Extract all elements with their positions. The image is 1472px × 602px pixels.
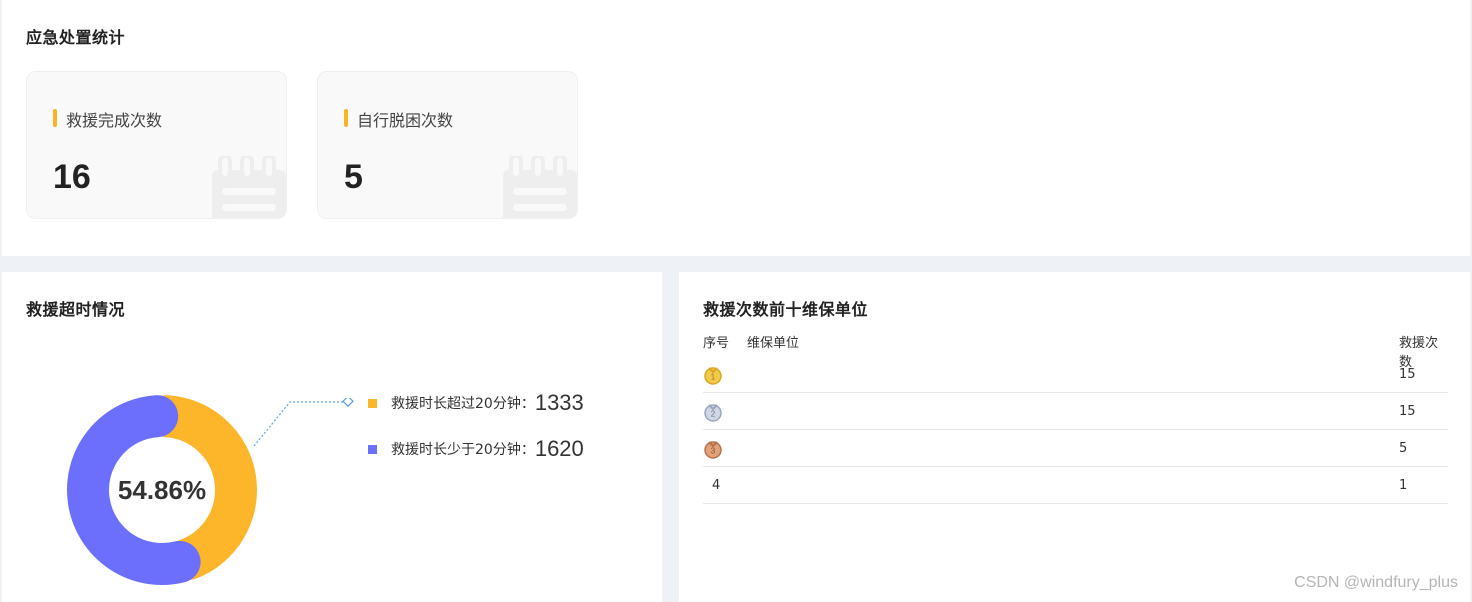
bronze-medal-icon: 3 bbox=[703, 439, 723, 459]
donut-chart: 54.86% bbox=[62, 390, 262, 590]
top-ten-units-panel: 救援次数前十维保单位 序号 维保单位 救援次数 1 15 2 15 3 5 4 … bbox=[679, 272, 1470, 602]
legend-label: 救援时长少于20分钟： bbox=[391, 442, 535, 458]
emergency-stats-panel: 应急处置统计 救援完成次数 16 自行脱困次数 5 bbox=[2, 0, 1470, 256]
legend-value: 1333 bbox=[534, 390, 584, 415]
table-row[interactable]: 3 5 bbox=[703, 430, 1448, 467]
svg-text:3: 3 bbox=[711, 447, 716, 456]
accent-bar bbox=[344, 109, 348, 127]
table-row[interactable]: 1 15 bbox=[703, 356, 1448, 393]
legend-item-over-20min: 救援时长超过20分钟：1333 bbox=[368, 390, 584, 416]
silver-medal-icon: 2 bbox=[703, 402, 723, 422]
legend-swatch bbox=[368, 398, 377, 408]
panel-title: 救援超时情况 bbox=[26, 300, 126, 319]
stat-label: 自行脱困次数 bbox=[344, 107, 453, 131]
svg-text:2: 2 bbox=[711, 410, 716, 419]
stat-label: 救援完成次数 bbox=[53, 107, 162, 131]
header-unit: 维保单位 bbox=[747, 336, 800, 351]
stat-label-text: 救援完成次数 bbox=[66, 111, 163, 130]
rescue-timeout-panel: 救援超时情况 54.86% 救援时长超过20分钟：1333 救援时长少于20分钟… bbox=[2, 272, 662, 602]
legend-label: 救援时长超过20分钟： bbox=[391, 396, 535, 412]
gold-medal-icon: 1 bbox=[703, 365, 723, 385]
donut-center-percent: 54.86% bbox=[117, 474, 207, 505]
rank-number: 4 bbox=[712, 478, 721, 493]
table-row[interactable]: 4 1 bbox=[703, 467, 1448, 504]
table-row[interactable]: 2 15 bbox=[703, 393, 1448, 430]
calendar-icon bbox=[212, 156, 286, 218]
panel-title: 应急处置统计 bbox=[26, 28, 126, 47]
svg-text:1: 1 bbox=[711, 373, 716, 382]
rescue-count: 15 bbox=[1399, 404, 1416, 419]
rescue-count: 15 bbox=[1399, 367, 1416, 382]
legend-swatch bbox=[368, 444, 377, 454]
stat-label-text: 自行脱困次数 bbox=[357, 111, 454, 130]
rescue-completed-card: 救援完成次数 16 bbox=[26, 71, 287, 219]
self-rescue-card: 自行脱困次数 5 bbox=[317, 71, 578, 219]
accent-bar bbox=[53, 109, 57, 127]
header-no: 序号 bbox=[703, 336, 730, 351]
table-header: 序号 维保单位 救援次数 bbox=[703, 328, 1448, 370]
calendar-icon bbox=[503, 156, 577, 218]
legend-item-under-20min: 救援时长少于20分钟：1620 bbox=[368, 436, 584, 462]
rescue-count: 1 bbox=[1399, 478, 1408, 493]
rescue-count: 5 bbox=[1399, 441, 1408, 456]
panel-title: 救援次数前十维保单位 bbox=[703, 300, 869, 319]
stat-value: 16 bbox=[53, 158, 91, 196]
stat-value: 5 bbox=[344, 158, 363, 196]
legend-value: 1620 bbox=[534, 436, 584, 461]
leader-line bbox=[253, 398, 354, 447]
watermark: CSDN @windfury_plus bbox=[1294, 574, 1458, 591]
ranking-table: 序号 维保单位 救援次数 1 15 2 15 3 5 4 1 bbox=[703, 328, 1448, 504]
